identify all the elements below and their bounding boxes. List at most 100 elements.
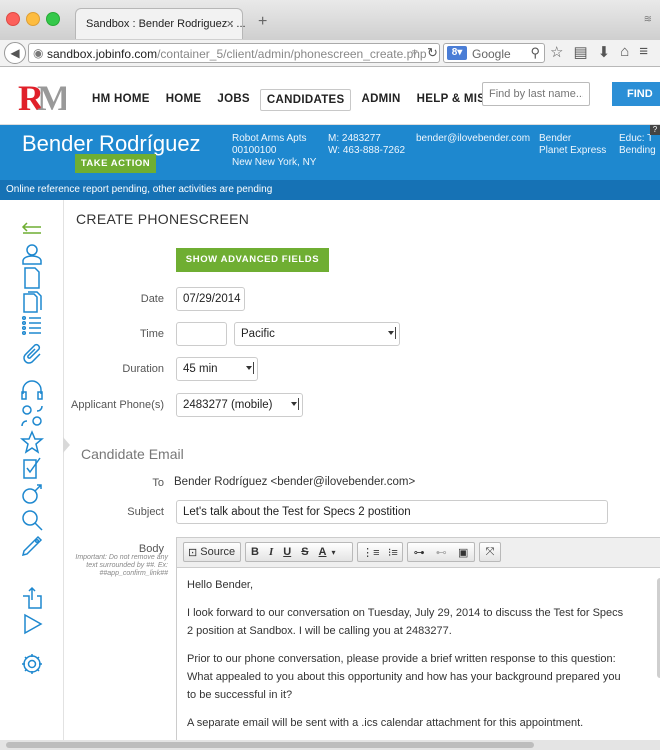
nav-candidates[interactable]: CANDIDATES [259,89,352,111]
url-dropdown-icon[interactable]: ▿ [412,46,418,59]
browser-tab[interactable]: Sandbox : Bender Rodriguez : ... × [75,8,246,39]
downloads-icon[interactable]: ⬇ [598,43,611,61]
tab-title: Sandbox : Bender Rodriguez : ... [86,18,246,30]
numbered-list-icon[interactable]: ⋮≡ [362,546,379,559]
maximize-button[interactable]: ⤧ [479,542,501,562]
nav-admin[interactable]: ADMIN [355,89,406,111]
timezone-select[interactable]: Pacific [234,322,400,346]
source-button[interactable]: ⊡ Source [183,542,241,562]
image-icon[interactable]: ▣ [458,546,468,559]
chevron-down-icon [291,398,299,410]
candidate-banner: Bender Rodríguez TAKE ACTION Robot Arms … [0,125,660,180]
subject-label: Subject [127,506,164,518]
date-input[interactable]: 07/29/2014 [176,287,245,311]
address-line: 00100100 [232,145,277,156]
applicant-phone-value: 2483277 (mobile) [183,399,273,411]
applicant-phone-label: Applicant Phone(s) [71,399,164,411]
unlink-icon[interactable]: ⊷ [436,546,447,559]
underline-button[interactable]: U [278,546,296,558]
url-path: /container_5/client/admin/phonescreen_cr… [157,47,427,61]
take-action-button[interactable]: TAKE ACTION [75,154,156,173]
duration-select[interactable]: 45 min [176,357,258,381]
strikethrough-button[interactable]: S [296,546,313,558]
body-paragraph: Prior to our phone conversation, please … [187,653,621,701]
employer-line: Planet Express [539,145,607,156]
time-input[interactable] [176,322,227,346]
email-body-editor[interactable]: ⊡ Source B I U S A ▾ ⋮≡ ⁝≡ ⊶ ⊷ ▣ ⤧ Hello… [176,537,660,750]
menu-icon[interactable]: ≡ [639,43,648,61]
italic-button[interactable]: I [264,546,278,558]
candidate-employer: Bender Planet Express [539,133,606,157]
new-tab-button[interactable]: + [258,13,267,31]
show-advanced-fields-button[interactable]: SHOW ADVANCED FIELDS [176,248,329,272]
maximize-icon: ⤧ [485,545,495,558]
link-icon[interactable]: ⊶ [414,546,425,559]
zoom-window-button[interactable] [46,12,60,26]
document-icon[interactable] [20,266,44,290]
body-paragraph: I look forward to our conversation on Tu… [187,607,624,637]
reload-icon[interactable]: ↻ [427,45,438,61]
bold-button[interactable]: B [246,546,264,558]
tab-list-icon[interactable]: ≋ [644,14,652,25]
play-icon[interactable] [20,612,44,636]
minimize-window-button[interactable] [26,12,40,26]
find-by-last-name-input[interactable] [482,82,590,106]
tag-icon[interactable] [20,534,44,558]
documents-icon[interactable] [20,290,44,314]
date-label: Date [140,293,164,305]
collapse-arrow-icon[interactable] [20,218,44,242]
activity-sidebar [0,200,64,750]
nav-jobs[interactable]: JOBS [211,89,256,111]
site-header: R M HM HOME HOME JOBS CANDIDATES ADMIN H… [0,67,660,125]
headset-icon[interactable] [20,378,44,402]
address-bar[interactable]: ◉ sandbox.jobinfo.com/container_5/client… [28,43,440,63]
search-engine-icon[interactable]: 8▾ [447,46,467,60]
export-icon[interactable] [20,586,44,610]
tab-bar: Sandbox : Bender Rodriguez : ... × + ≋ [0,0,660,40]
paperclip-icon[interactable] [20,340,44,364]
assessment-icon[interactable] [20,482,44,506]
to-recipient: Bender Rodríguez <bender@ilovebender.com… [174,476,416,488]
candidate-phones: M: 2483277 W: 463-888-7262 [328,133,405,157]
star-icon[interactable] [20,430,44,454]
scrollbar-thumb[interactable] [6,742,534,748]
checklist-icon[interactable] [20,456,44,480]
work-phone: W: 463-888-7262 [328,145,406,156]
people-connect-icon[interactable] [20,404,44,428]
email-body-text[interactable]: Hello Bender, I look forward to our conv… [187,576,627,742]
source-label: Source [200,546,236,558]
close-window-button[interactable] [6,12,20,26]
url-domain: sandbox.jobinfo.com [47,47,158,61]
search-icon[interactable]: ⚲ [530,45,540,61]
applicant-phone-select[interactable]: 2483277 (mobile) [176,393,303,417]
body-hint: Important: Do not remove any text surrou… [75,554,168,577]
source-icon: ⊡ [188,546,201,559]
subject-input[interactable]: Let's talk about the Test for Specs 2 po… [176,500,608,524]
horizontal-scrollbar[interactable] [0,740,660,750]
help-icon[interactable]: ? [650,125,660,135]
tab-close-icon[interactable]: × [226,16,234,31]
settings-icon[interactable] [20,652,44,676]
person-icon[interactable] [20,242,44,266]
time-label: Time [139,328,164,340]
chevron-down-icon [246,362,254,374]
pending-status-bar: Online reference report pending, other a… [0,180,660,200]
home-icon[interactable]: ⌂ [620,43,629,61]
bookmark-star-icon[interactable]: ☆ [550,43,563,61]
find-button[interactable]: FIND [612,82,660,106]
body-paragraph: Hello Bender, [187,579,254,591]
browser-search-box[interactable]: 8▾ Google ⚲ [443,43,545,63]
chevron-down-icon[interactable]: ▾ [331,548,335,557]
bookmarks-list-icon[interactable]: ▤ [573,43,587,61]
search-icon[interactable] [20,508,44,532]
company-logo[interactable]: R M [18,79,66,115]
site-identity-icon[interactable]: ◉ [33,46,43,60]
list-icon[interactable] [20,314,44,338]
back-button[interactable]: ◀ [4,42,26,64]
text-color-button[interactable]: A [314,546,332,558]
nav-home[interactable]: HOME [160,89,208,111]
bullet-list-icon[interactable]: ⁝≡ [388,546,398,559]
main-navigation: HM HOME HOME JOBS CANDIDATES ADMIN HELP … [86,89,507,111]
nav-hm-home[interactable]: HM HOME [86,89,156,111]
candidate-email[interactable]: bender@ilovebender.com [416,133,530,145]
